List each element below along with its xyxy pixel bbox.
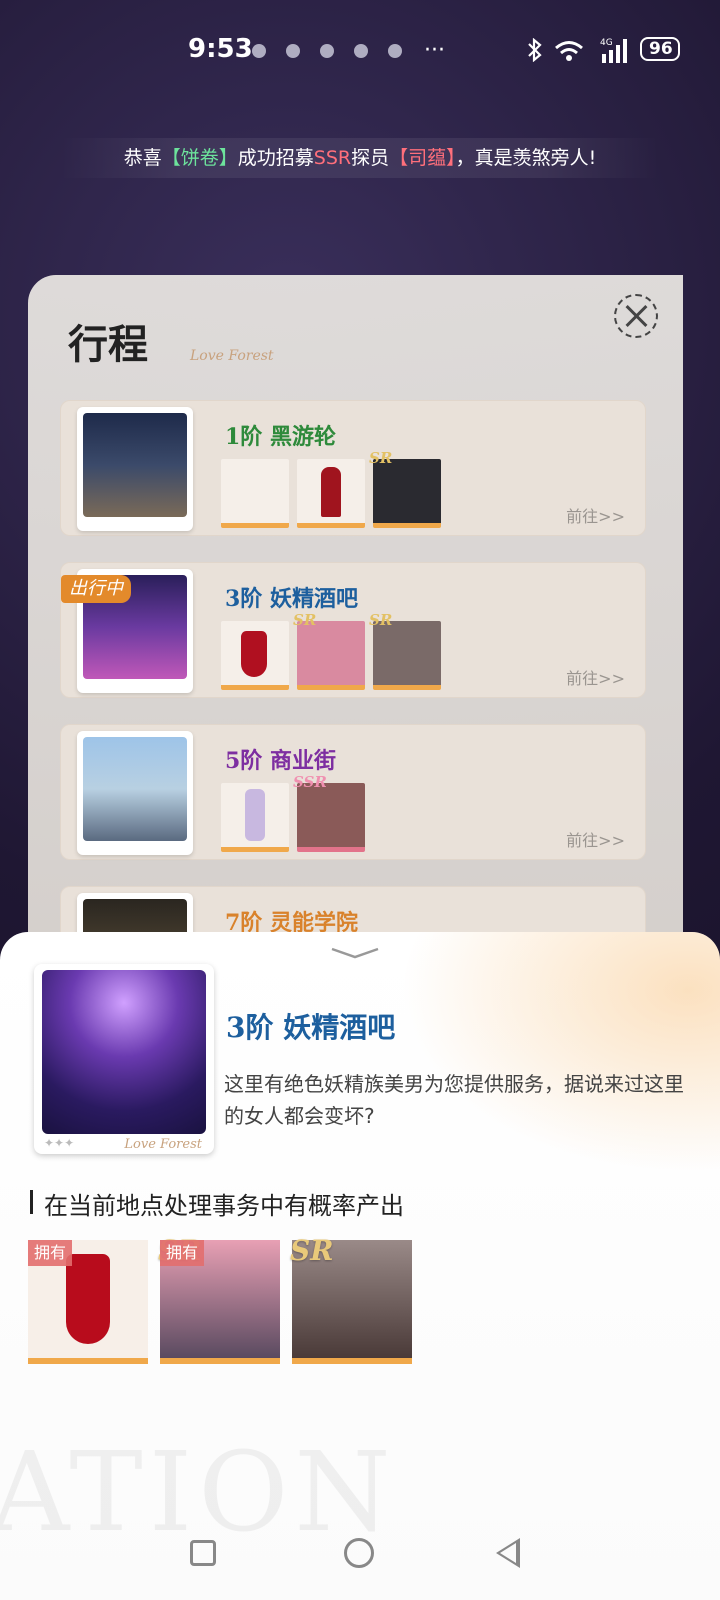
card-foot: ✦✦✦ [44,1136,75,1150]
location-thumbnail [77,731,193,855]
traveling-badge: 出行中 [61,575,131,603]
bluetooth-icon [528,38,542,62]
paw-icon [354,44,368,58]
marquee-prefix: 恭喜 [123,147,162,169]
location-name: 5阶 商业街 [225,748,336,774]
ssr-badge: SSR [293,773,327,791]
paw-icon [252,44,266,58]
recent-apps-button[interactable] [190,1540,216,1566]
marquee-middle: 成功招募 [237,147,314,169]
clock: 9:53 [188,34,253,64]
marquee-mid2: 探员 [351,147,390,169]
marquee-rarity: SSR [313,147,352,169]
goto-link[interactable]: 前往>> [566,665,625,689]
paw-icon [388,44,402,58]
reward-card[interactable]: SSR [293,773,365,852]
page-title: 行程 [68,321,148,368]
collapse-chevron-icon[interactable] [330,946,380,960]
location-name: 3阶 妖精酒吧 [225,586,358,612]
owned-badge: 拥有 [28,1240,73,1266]
svg-text:4G: 4G [600,38,613,48]
close-button[interactable] [614,294,658,338]
location-image: ✦✦✦ Love Forest [34,964,214,1154]
reward-card[interactable]: SR [369,611,441,690]
reward-card[interactable]: SR [369,449,441,528]
marquee-suffix: ，真是羡煞旁人! [455,147,597,169]
paw-icon [320,44,334,58]
location-name: 1阶 黑游轮 [225,424,336,450]
battery-icon: 96 [640,37,680,61]
announcement-marquee: 恭喜【饼卷】成功招募SSR探员【司蕴】，真是羡煞旁人! [60,138,660,178]
sr-badge: SR [369,449,393,467]
signal-icon: 4G [600,38,627,63]
owned-badge: 拥有 [160,1240,205,1266]
sr-badge: SR [290,1234,334,1267]
more-icon: ··· [424,38,445,63]
sheet-glow [400,932,720,1172]
home-button[interactable] [344,1538,374,1568]
reward-red-dress[interactable] [221,621,289,690]
drop-item-card[interactable]: SR 拥有 [158,1234,280,1364]
drop-item-card[interactable]: SR [290,1234,412,1364]
marquee-player: 【饼卷】 [161,147,238,169]
location-card-5[interactable]: 5阶 商业街 SSR 前往>> [60,724,646,860]
card-signature: Love Forest [124,1137,202,1152]
drops-heading: 在当前地点处理事务中有概率产出 [30,1186,404,1221]
wifi-icon [555,41,583,61]
reward-card[interactable]: SR [293,611,365,690]
drop-item-red-dress[interactable]: 拥有 [28,1240,148,1364]
status-bar: 9:53 ··· 4G 96 [0,0,720,100]
goto-link[interactable]: 前往>> [566,503,625,527]
system-nav-bar [0,1520,720,1600]
paw-icon [286,44,300,58]
reward-red-dress[interactable] [297,459,365,528]
sr-badge: SR [293,611,317,629]
location-detail-sheet: ✦✦✦ Love Forest 3阶 妖精酒吧 这里有绝色妖精族美男为您提供服务… [0,932,720,1600]
drops-heading-text: 在当前地点处理事务中有概率产出 [44,1192,404,1220]
location-card-3[interactable]: 出行中 3阶 妖精酒吧 SR SR 前往>> [60,562,646,698]
marquee-char: 【司蕴】 [389,147,456,169]
goto-link[interactable]: 前往>> [566,827,625,851]
location-card-1[interactable]: 1阶 黑游轮 SR 前往>> [60,400,646,536]
back-button[interactable] [496,1538,520,1568]
location-thumbnail [77,407,193,531]
reward-white-dress[interactable] [221,459,289,528]
battery-level: 96 [649,39,673,59]
watermark: Love Forest [190,348,274,364]
location-description: 这里有绝色妖精族美男为您提供服务，据说来过这里的女人都会变坏? [224,1072,684,1128]
sr-badge: SR [369,611,393,629]
reward-lilac-outfit[interactable] [221,783,289,852]
location-title: 3阶 妖精酒吧 [226,1011,396,1044]
